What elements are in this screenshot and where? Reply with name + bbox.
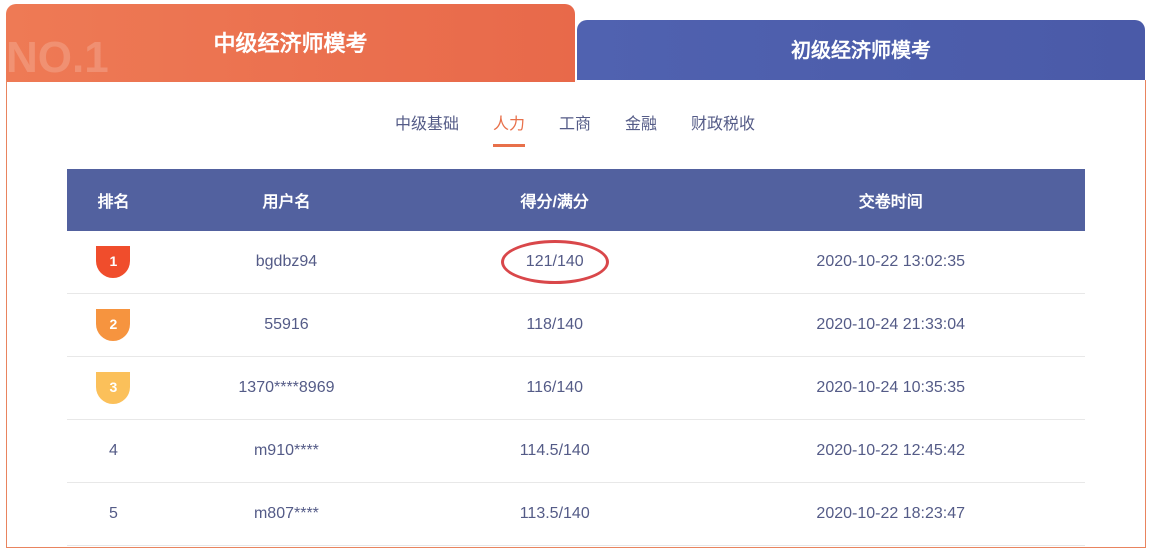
username: 1370****8969 bbox=[159, 356, 413, 420]
score: 113.5/140 bbox=[413, 482, 697, 546]
table-header: 排名 用户名 得分/满分 交卷时间 bbox=[67, 169, 1085, 231]
score: 114.5/140 bbox=[413, 419, 697, 483]
subtab-business[interactable]: 工商 bbox=[559, 110, 591, 147]
subtab-tax[interactable]: 财政税收 bbox=[691, 110, 755, 147]
subtab-finance[interactable]: 金融 bbox=[625, 110, 657, 147]
rank-medal-icon: 1 bbox=[96, 246, 131, 278]
rank: 4 bbox=[67, 419, 160, 483]
table-row: 4 m910**** 114.5/140 2020-10-22 12:45:42 bbox=[67, 419, 1085, 483]
table-row: 1 bgdbz94 121/140 2020-10-22 13:02:35 bbox=[67, 231, 1085, 294]
subject-tabs: 中级基础 人力 工商 金融 财政税收 bbox=[0, 110, 1150, 147]
submit-time: 2020-10-24 10:35:35 bbox=[696, 356, 1085, 420]
username: m910**** bbox=[159, 419, 413, 483]
rank-medal-icon: 2 bbox=[96, 309, 131, 341]
tab-junior-mock[interactable]: 初级经济师模考 bbox=[577, 20, 1145, 80]
score: 118/140 bbox=[413, 293, 697, 357]
header-score: 得分/满分 bbox=[413, 169, 697, 231]
tab-label: 中级经济师模考 bbox=[213, 31, 368, 56]
submit-time: 2020-10-24 21:33:04 bbox=[696, 293, 1085, 357]
table-row: 5 m807**** 113.5/140 2020-10-22 18:23:47 bbox=[67, 482, 1085, 546]
table-row: 3 1370****8969 116/140 2020-10-24 10:35:… bbox=[67, 356, 1085, 420]
submit-time: 2020-10-22 12:45:42 bbox=[696, 419, 1085, 483]
subtab-hr[interactable]: 人力 bbox=[492, 110, 525, 147]
username: bgdbz94 bbox=[159, 231, 413, 294]
rank-medal-icon: 3 bbox=[96, 372, 131, 404]
no1-watermark: NO.1 bbox=[6, 33, 109, 82]
subtab-basics[interactable]: 中级基础 bbox=[395, 110, 459, 147]
submit-time: 2020-10-22 18:23:47 bbox=[696, 482, 1085, 546]
score: 116/140 bbox=[413, 356, 697, 420]
ranking-table: 排名 用户名 得分/满分 交卷时间 1 bgdbz94 121/140 2020… bbox=[67, 169, 1085, 546]
submit-time: 2020-10-22 13:02:35 bbox=[696, 231, 1085, 294]
username: m807**** bbox=[159, 482, 413, 546]
header-username: 用户名 bbox=[159, 169, 413, 231]
rank: 5 bbox=[67, 482, 160, 546]
username: 55916 bbox=[159, 293, 413, 357]
table-row: 2 55916 118/140 2020-10-24 21:33:04 bbox=[67, 293, 1085, 357]
tab-label: 初级经济师模考 bbox=[791, 40, 931, 62]
header-rank: 排名 bbox=[67, 169, 160, 231]
header-time: 交卷时间 bbox=[696, 169, 1085, 231]
score-highlighted: 121/140 bbox=[500, 240, 609, 284]
